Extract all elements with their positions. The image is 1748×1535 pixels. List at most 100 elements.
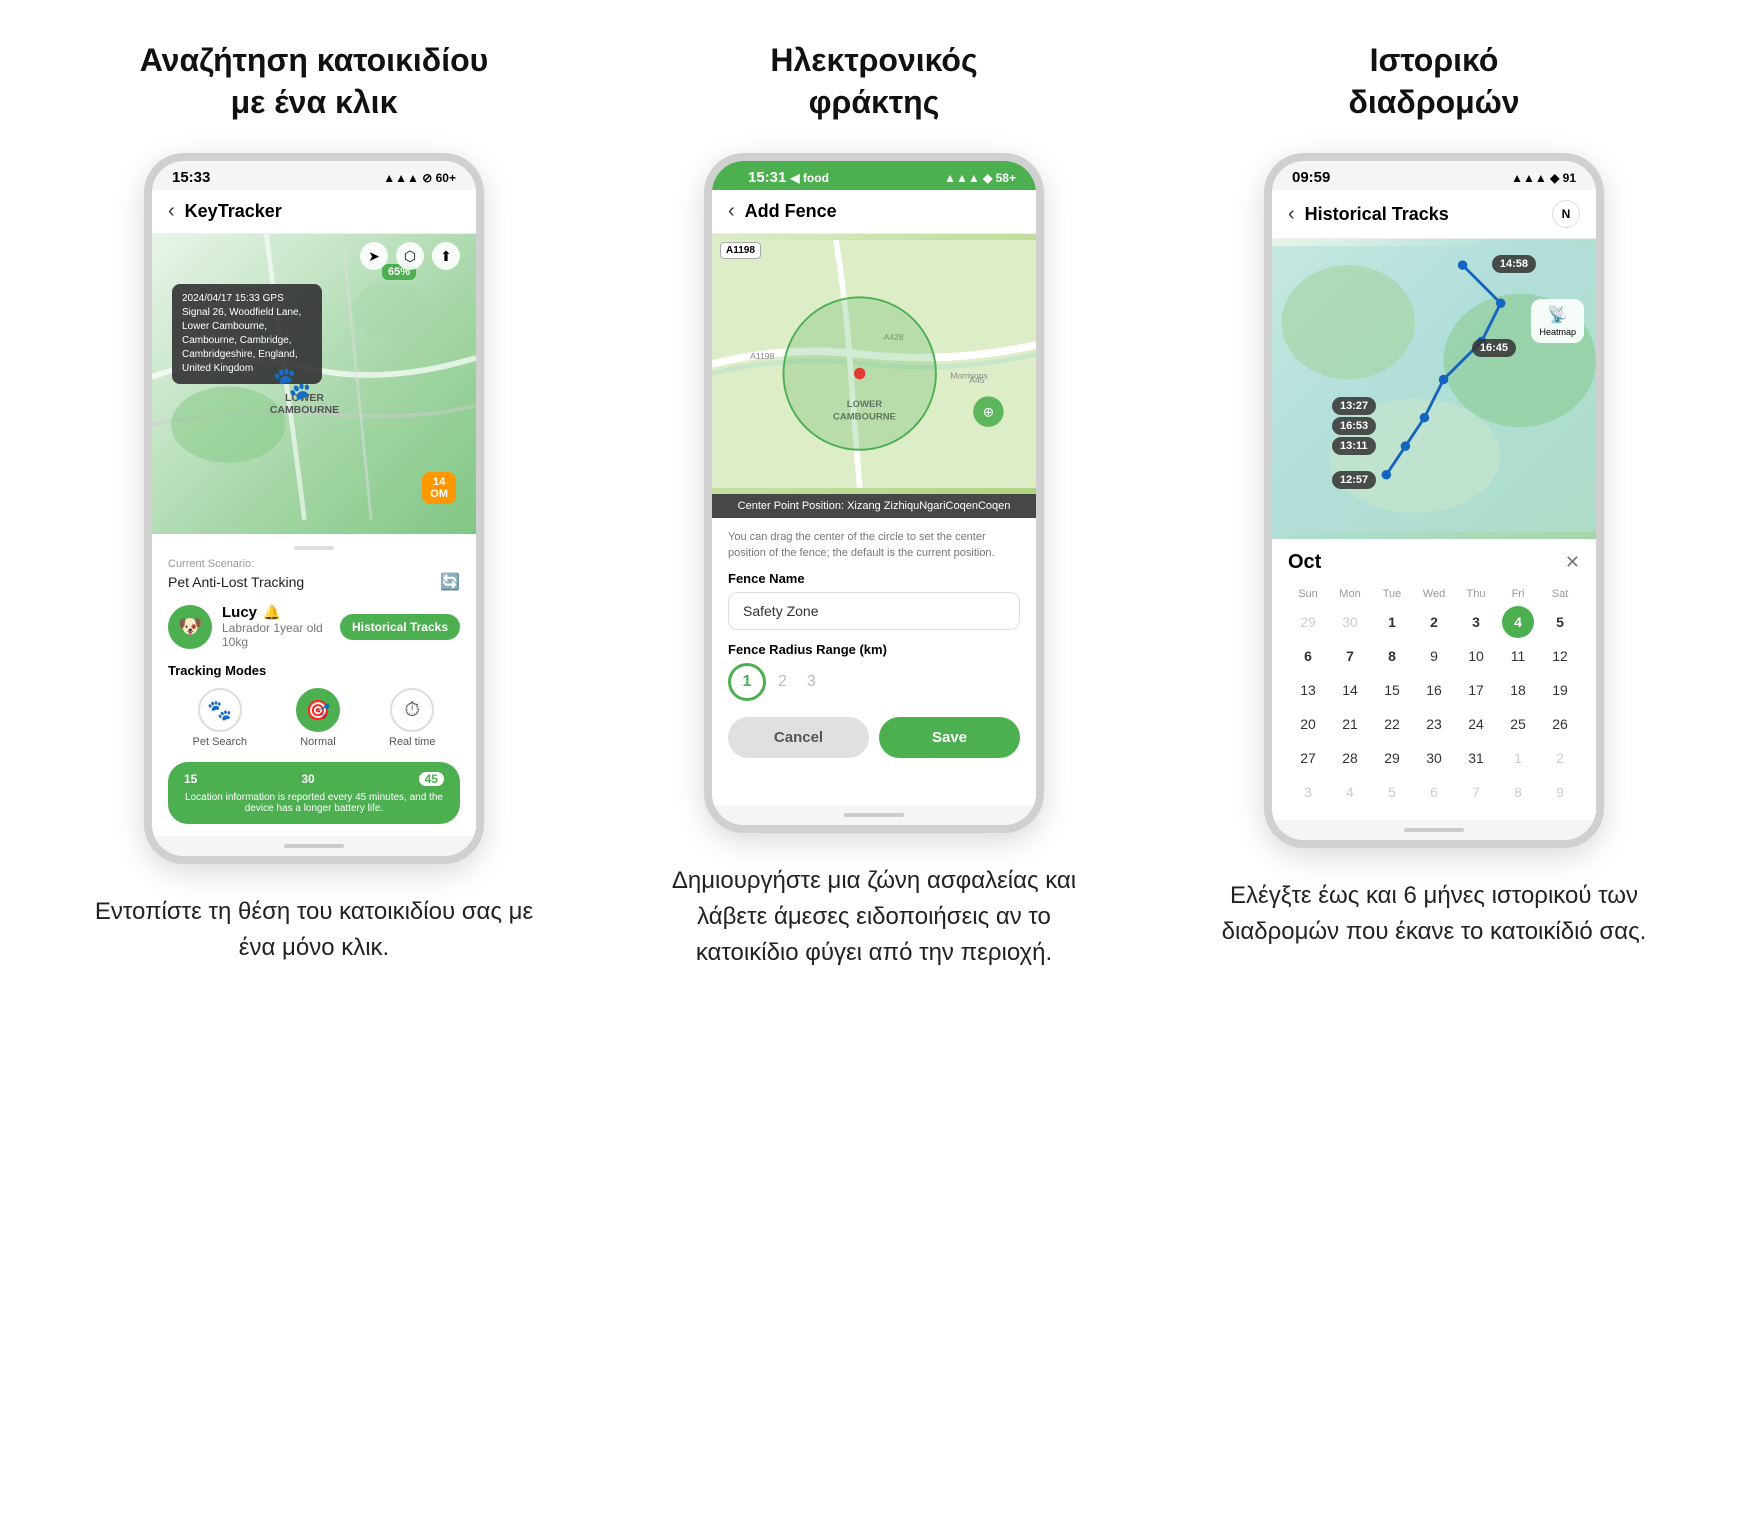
phone2-back-icon[interactable]: ‹ xyxy=(728,200,735,223)
cal-day[interactable]: 27 xyxy=(1292,742,1324,774)
fence-name-input[interactable] xyxy=(728,592,1020,630)
tracking-modes-title: Tracking Modes xyxy=(168,663,460,678)
column-1: Αναζήτηση κατοικιδίου με ένα κλικ 15:33 … xyxy=(34,40,594,971)
svg-text:Morrisons: Morrisons xyxy=(950,370,988,380)
road-badge-a1198: A1198 xyxy=(720,242,761,259)
mode-realtime[interactable]: ⏱ Real time xyxy=(389,688,435,748)
pet-row: 🐶 Lucy 🔔 Labrador 1year old 10kg Histori… xyxy=(168,604,460,649)
scenario-value: Pet Anti-Lost Tracking xyxy=(168,574,304,590)
cal-day[interactable]: 12 xyxy=(1544,640,1576,672)
map-fence-icon[interactable]: ⬡ xyxy=(396,242,424,270)
slider-val-3: 45 xyxy=(419,772,444,786)
phone1-status-bar: 15:33 ▲▲▲ ⊘ 60+ xyxy=(152,161,476,190)
svg-text:⊕: ⊕ xyxy=(983,405,994,420)
phone-1: 15:33 ▲▲▲ ⊘ 60+ ‹ KeyTracker xyxy=(144,153,484,864)
cal-day[interactable]: 10 xyxy=(1460,640,1492,672)
cal-day[interactable]: 2 xyxy=(1418,606,1450,638)
cal-day[interactable]: 23 xyxy=(1418,708,1450,740)
radius-label: Fence Radius Range (km) xyxy=(728,642,1020,657)
cal-day[interactable]: 4 xyxy=(1334,776,1366,808)
cal-day[interactable]: 24 xyxy=(1460,708,1492,740)
cal-day[interactable]: 30 xyxy=(1418,742,1450,774)
cal-day[interactable]: 3 xyxy=(1292,776,1324,808)
phone3-back-icon[interactable]: ‹ xyxy=(1288,203,1295,226)
cal-day[interactable]: 22 xyxy=(1376,708,1408,740)
cancel-button[interactable]: Cancel xyxy=(728,717,869,758)
cal-day[interactable]: 7 xyxy=(1460,776,1492,808)
map-send-icon[interactable]: ➤ xyxy=(360,242,388,270)
cal-day[interactable]: 6 xyxy=(1292,640,1324,672)
column-3: Ιστορικό διαδρομών 09:59 ▲▲▲ ◆ 91 ‹ Hist… xyxy=(1154,40,1714,971)
cal-day[interactable]: 5 xyxy=(1544,606,1576,638)
historical-tracks-btn[interactable]: Historical Tracks xyxy=(340,614,460,640)
cal-day[interactable]: 31 xyxy=(1460,742,1492,774)
phone3-status-bar: 09:59 ▲▲▲ ◆ 91 xyxy=(1272,161,1596,190)
col2-title: Ηλεκτρονικός φράκτης xyxy=(770,40,977,123)
cal-day[interactable]: 18 xyxy=(1502,674,1534,706)
time-badge-1653: 16:53 xyxy=(1332,417,1376,435)
cal-day[interactable]: 25 xyxy=(1502,708,1534,740)
form-hint: You can drag the center of the circle to… xyxy=(728,530,1020,561)
cal-day[interactable]: 21 xyxy=(1334,708,1366,740)
pet-avatar: 🐶 xyxy=(168,605,212,649)
cal-header: Oct ✕ xyxy=(1288,551,1580,574)
cal-day[interactable]: 9 xyxy=(1544,776,1576,808)
phone3-icons: ▲▲▲ ◆ 91 xyxy=(1511,171,1576,185)
refresh-icon[interactable]: 🔄 xyxy=(440,572,460,592)
cal-header-wed: Wed xyxy=(1414,584,1454,604)
cal-day[interactable]: 13 xyxy=(1292,674,1324,706)
cal-day[interactable]: 15 xyxy=(1376,674,1408,706)
cal-day[interactable]: 3 xyxy=(1460,606,1492,638)
fence-name-label: Fence Name xyxy=(728,571,1020,586)
slider-val-1: 15 xyxy=(184,772,197,786)
cal-day[interactable]: 14 xyxy=(1334,674,1366,706)
drag-handle xyxy=(294,546,334,550)
time-badge-1645: 16:45 xyxy=(1472,339,1516,357)
save-button[interactable]: Save xyxy=(879,717,1020,758)
cal-day[interactable]: 7 xyxy=(1334,640,1366,672)
phone1-bottom-bar xyxy=(152,836,476,856)
cal-day[interactable]: 2 xyxy=(1544,742,1576,774)
phone1-back-icon[interactable]: ‹ xyxy=(168,200,175,223)
calendar-grid: Sun Mon Tue Wed Thu Fri Sat 29 30 1 2 3 … xyxy=(1288,584,1580,808)
phone1-nav-title: KeyTracker xyxy=(185,201,282,222)
cal-day[interactable]: 30 xyxy=(1334,606,1366,638)
cal-day[interactable]: 6 xyxy=(1418,776,1450,808)
cal-day[interactable]: 26 xyxy=(1544,708,1576,740)
cal-day[interactable]: 16 xyxy=(1418,674,1450,706)
cal-day-today[interactable]: 4 xyxy=(1502,606,1534,638)
cal-header-thu: Thu xyxy=(1456,584,1496,604)
cal-day[interactable]: 29 xyxy=(1292,606,1324,638)
cal-header-fri: Fri xyxy=(1498,584,1538,604)
mode-pet-search[interactable]: 🐾 Pet Search xyxy=(193,688,247,748)
cal-header-tue: Tue xyxy=(1372,584,1412,604)
cal-day[interactable]: 11 xyxy=(1502,640,1534,672)
pet-breed: Labrador 1year old 10kg xyxy=(222,621,330,649)
realtime-icon: ⏱ xyxy=(390,688,434,732)
phone-2: 15:31 ◀ food ▲▲▲ ◆ 58+ ‹ Add Fence xyxy=(704,153,1044,833)
cal-day[interactable]: 20 xyxy=(1292,708,1324,740)
heatmap-button[interactable]: 📡 Heatmap xyxy=(1531,299,1584,343)
cal-day[interactable]: 8 xyxy=(1376,640,1408,672)
cal-day[interactable]: 19 xyxy=(1544,674,1576,706)
center-pos-bar: Center Point Position: Xizang ZizhiquNga… xyxy=(712,494,1036,518)
phone2-form: You can drag the center of the circle to… xyxy=(712,518,1036,805)
cal-day[interactable]: 9 xyxy=(1418,640,1450,672)
slider-text: Location information is reported every 4… xyxy=(184,792,444,814)
cal-day[interactable]: 1 xyxy=(1376,606,1408,638)
cal-day[interactable]: 8 xyxy=(1502,776,1534,808)
map-share-icon[interactable]: ⬆ xyxy=(432,242,460,270)
cal-day[interactable]: 28 xyxy=(1334,742,1366,774)
cal-day[interactable]: 1 xyxy=(1502,742,1534,774)
cal-header-sat: Sat xyxy=(1540,584,1580,604)
phone1-bottom: Current Scenario: Pet Anti-Lost Tracking… xyxy=(152,534,476,836)
phone3-nav-title: Historical Tracks xyxy=(1305,204,1449,225)
interval-slider: 15 30 45 Location information is reporte… xyxy=(168,762,460,824)
cal-day[interactable]: 29 xyxy=(1376,742,1408,774)
cal-close-icon[interactable]: ✕ xyxy=(1565,552,1580,573)
cal-day[interactable]: 17 xyxy=(1460,674,1492,706)
phone1-icons: ▲▲▲ ⊘ 60+ xyxy=(383,171,456,185)
mode-normal[interactable]: 🎯 Normal xyxy=(296,688,340,748)
time-badge-1458: 14:58 xyxy=(1492,255,1536,273)
cal-day[interactable]: 5 xyxy=(1376,776,1408,808)
